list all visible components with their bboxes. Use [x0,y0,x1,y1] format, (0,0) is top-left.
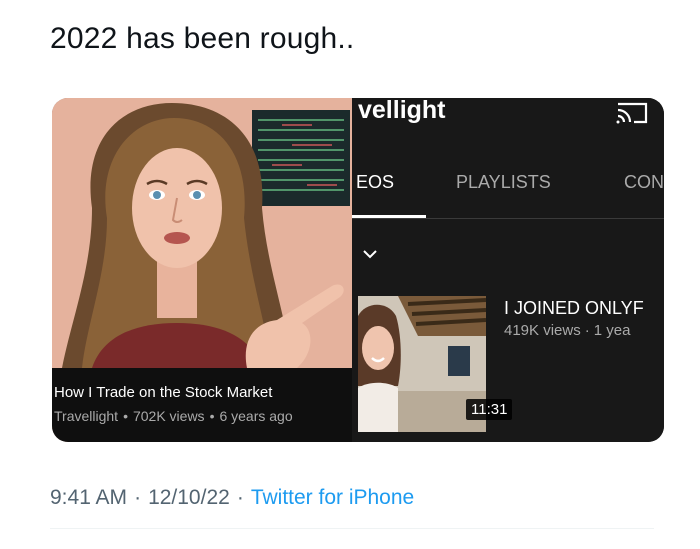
video-duration-badge: 11:31 [466,399,513,420]
tweet-footer: 9:41 AM · 12/10/22 · Twitter for iPhone [50,486,414,510]
chevron-down-icon[interactable] [362,248,378,260]
left-video-channel[interactable]: Travellight [54,408,118,424]
tweet-source-link[interactable]: Twitter for iPhone [251,486,414,509]
tabs-divider [352,218,664,219]
left-video-age: 6 years ago [219,408,293,424]
meta-dot: · [584,322,590,339]
tab-playlists[interactable]: PLAYLISTS [456,172,551,193]
left-video-meta: Travellight • 702K views • 6 years ago [54,408,293,424]
right-video-age: 1 yea [593,322,631,339]
cast-icon[interactable] [614,100,650,126]
left-video-title[interactable]: How I Trade on the Stock Market [54,384,272,401]
footer-divider [50,528,654,529]
tweet-media-image[interactable]: How I Trade on the Stock Market Travelli… [52,98,664,442]
tweet-time[interactable]: 9:41 AM [50,486,127,509]
channel-page: vellight EOS PLAYLISTS CON 11:31 I JOINE… [352,98,664,442]
meta-dot: • [123,408,128,424]
tweet-text: 2022 has been rough.. [50,22,355,55]
channel-name: vellight [358,98,446,124]
right-video-title[interactable]: I JOINED ONLYF [504,298,644,319]
right-video-views: 419K views [504,322,581,339]
left-video-views: 702K views [132,408,205,424]
left-video-thumbnail[interactable] [52,98,352,368]
left-video-card[interactable]: How I Trade on the Stock Market Travelli… [52,98,352,442]
stock-chart-screen [252,110,350,206]
tab-community[interactable]: CON [624,172,664,193]
footer-separator: · [236,486,244,509]
meta-dot: • [209,408,215,424]
right-video-meta: 419K views · 1 yea [504,322,630,339]
tweet-date[interactable]: 12/10/22 [148,486,230,509]
left-video-caption-bg [52,368,352,442]
footer-separator: · [134,486,142,509]
tab-videos[interactable]: EOS [356,172,394,193]
